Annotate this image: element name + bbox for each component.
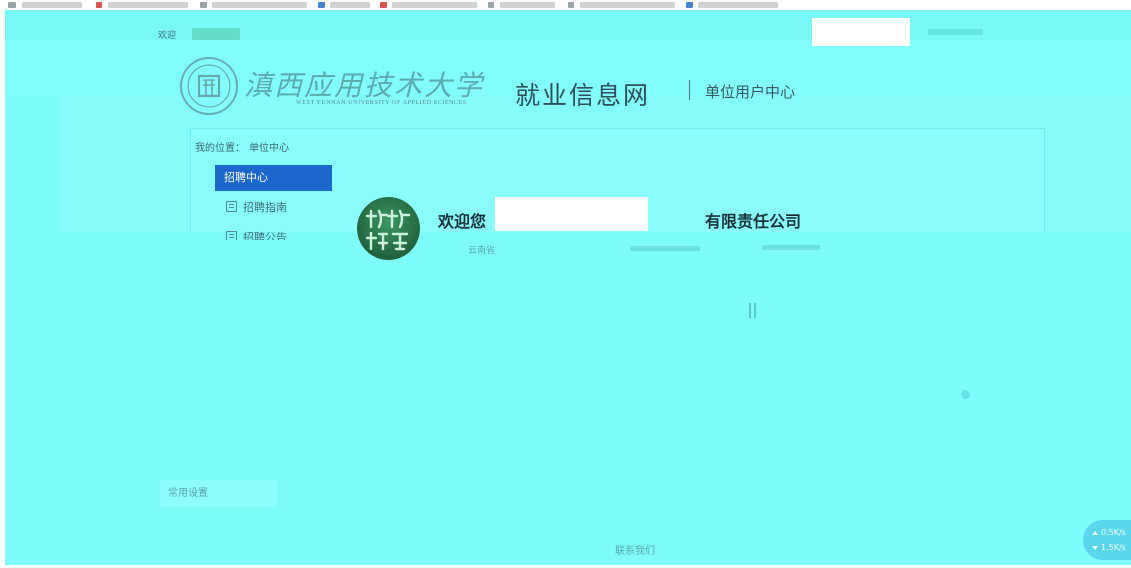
list-icon [226,201,237,212]
university-name-logo: 滇西应用技术大学 [244,69,485,102]
sidebar-item-label: 招聘指南 [243,201,287,214]
bookmark-item[interactable] [22,2,82,8]
bookmark-icon[interactable] [568,2,574,8]
header-divider [689,80,690,100]
university-emblem-icon[interactable] [178,56,240,116]
bookmark-icon[interactable] [96,2,102,8]
bookmarks-bar [0,0,1131,10]
breadcrumb-current[interactable]: 单位中心 [249,143,289,154]
sidebar-section-recruitment[interactable]: 招聘中心 [215,165,332,191]
bookmark-item[interactable] [500,2,555,8]
redacted-user-area [812,18,910,46]
info-item [630,246,700,251]
bookmark-item[interactable] [698,2,778,8]
company-suffix: 有限责任公司 [705,212,802,231]
bookmark-item[interactable] [580,2,675,8]
top-welcome-text: 欢迎 [158,31,177,41]
breadcrumb: 我的位置： 单位中心 [195,139,289,154]
university-name-en: WEST YUNNAN UNIVERSITY OF APPLIED SCIENC… [296,100,467,106]
footer-contact-link[interactable]: 联系我们 [615,542,655,557]
bookmark-item[interactable] [330,2,370,8]
bookmark-icon[interactable] [8,2,16,8]
download-arrow-icon [1092,545,1098,550]
upload-arrow-icon [1092,530,1098,535]
site-title: 就业信息网 [515,81,651,110]
bookmark-icon[interactable] [380,2,387,8]
site-subtitle: 单位用户中心 [705,83,796,101]
bookmark-icon[interactable] [488,2,494,8]
upload-speed: 0.5K/s [1092,528,1126,537]
upload-speed-value: 0.5K/s [1101,528,1126,537]
common-settings-button[interactable]: 常用设置 [160,480,277,507]
network-speed-widget[interactable]: 0.5K/s 1.5K/s [1083,520,1131,560]
bookmark-icon[interactable] [318,2,325,8]
text-cursor-mark [748,303,758,318]
list-icon [226,231,237,240]
redacted-company-name [495,197,648,231]
download-speed-value: 1.5K/s [1101,543,1126,552]
page: 欢迎 滇西应用技术大学 WEST YUNNAN UNIVERSITY OF AP… [0,0,1131,568]
company-avatar [357,197,420,260]
company-location: 云南省 [468,246,496,256]
info-item [762,245,820,250]
bookmark-item[interactable] [108,2,188,8]
bookmark-item[interactable] [212,2,307,8]
bookmark-icon[interactable] [686,2,693,8]
top-link[interactable] [928,29,983,35]
sidebar-item-announcements[interactable]: 招聘公告 [215,226,332,240]
welcome-greeting: 欢迎您 [438,212,487,231]
bookmark-item[interactable] [392,2,477,8]
breadcrumb-label: 我的位置： [195,143,245,154]
sidebar-item-label: 招聘公告 [243,231,287,240]
download-speed: 1.5K/s [1092,543,1126,552]
sidebar-list: 招聘指南 招聘公告 [215,196,332,240]
sidebar-item-guide[interactable]: 招聘指南 [215,196,332,226]
indicator-dot [961,390,970,399]
bookmark-icon[interactable] [200,2,207,8]
top-logo-fragment [192,28,240,40]
